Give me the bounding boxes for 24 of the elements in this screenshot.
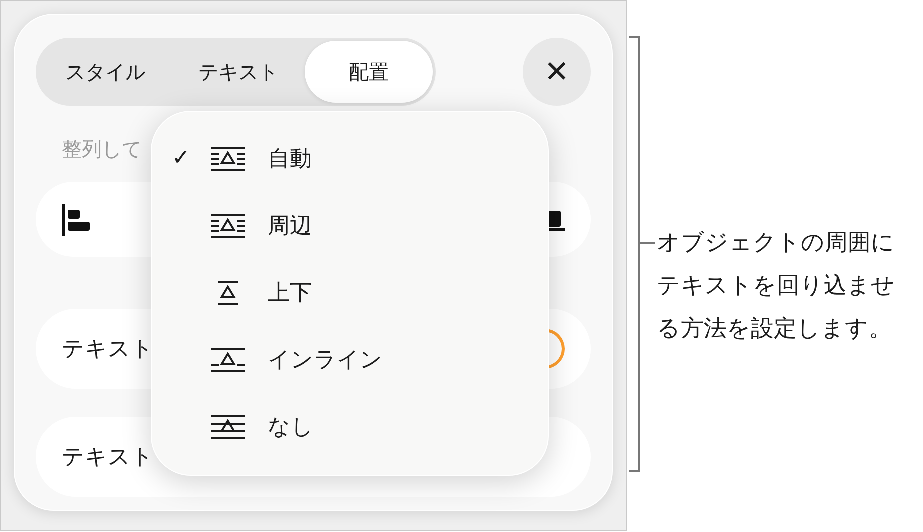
- callout-text: オブジェクトの周囲にテキストを回り込ませる方法を設定します。: [657, 229, 896, 344]
- tab[interactable]: スタイル: [39, 41, 172, 103]
- menu-item-label: なし: [268, 414, 314, 442]
- text-wrap-none-icon: [210, 414, 246, 440]
- menu-item-label: 自動: [268, 146, 312, 174]
- section-label: 整列して: [62, 136, 142, 163]
- menu-item[interactable]: ✓ 自動: [152, 125, 548, 192]
- row-label: テキスト: [62, 336, 154, 364]
- row-label: テキスト: [62, 444, 154, 472]
- menu-item[interactable]: 上下: [152, 259, 548, 326]
- text-wrap-auto-icon: [210, 146, 246, 172]
- close-button[interactable]: ✕: [523, 38, 591, 106]
- menu-item[interactable]: 周辺: [152, 192, 548, 259]
- checkmark: ✓: [172, 146, 190, 171]
- menu-item-label: 上下: [268, 280, 312, 308]
- tab[interactable]: テキスト: [172, 41, 305, 103]
- align-left-icon[interactable]: [62, 204, 92, 236]
- menu-item-label: 周辺: [268, 212, 312, 240]
- menu-item[interactable]: なし: [152, 393, 548, 460]
- text-wrap-around-icon: [210, 212, 246, 238]
- text-wrap-inline-icon: [210, 346, 246, 372]
- menu-item-label: インライン: [268, 346, 383, 374]
- menu-item[interactable]: インライン: [152, 326, 548, 393]
- tab[interactable]: 配置: [305, 41, 433, 103]
